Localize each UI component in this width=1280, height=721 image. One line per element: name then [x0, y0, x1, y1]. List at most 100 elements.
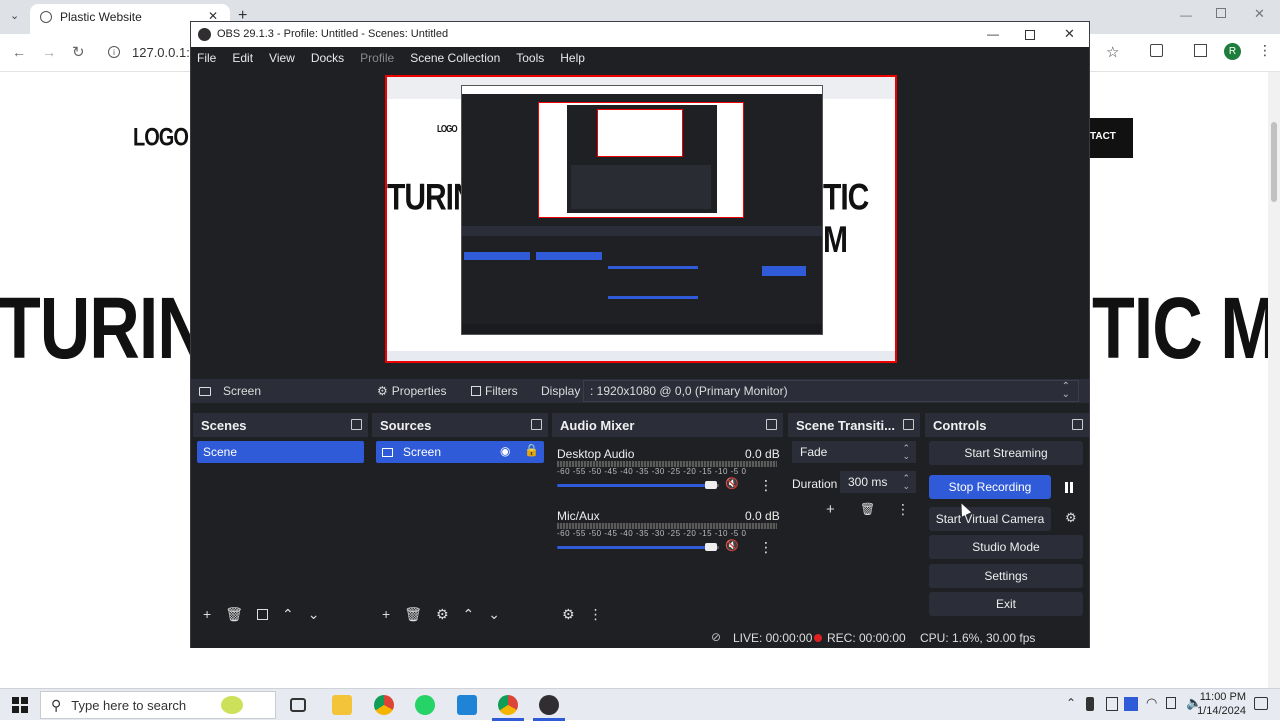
properties-button[interactable]: ⚙ Properties [377, 384, 446, 398]
gear-icon[interactable]: ⚙ [436, 606, 449, 623]
scenes-title: Scenes [201, 417, 247, 433]
notifications-icon[interactable] [1254, 697, 1268, 710]
more-icon[interactable]: ⋮ [589, 606, 603, 623]
undock-icon[interactable] [903, 419, 914, 430]
undock-icon[interactable] [1072, 419, 1083, 430]
obs-minimize-icon[interactable]: — [987, 27, 999, 41]
undock-icon[interactable] [531, 419, 542, 430]
live-time: LIVE: 00:00:00 [733, 631, 813, 645]
move-down-icon[interactable]: ⌄ [308, 606, 320, 623]
back-icon[interactable]: ← [12, 44, 26, 60]
maximize-icon[interactable] [1216, 8, 1226, 18]
obs-icon[interactable] [539, 695, 559, 715]
more-icon[interactable]: ⋮ [759, 477, 773, 494]
tray-usb-icon[interactable] [1086, 697, 1094, 711]
exit-button[interactable]: Exit [929, 592, 1083, 616]
chrome-icon[interactable] [374, 695, 394, 715]
profile-avatar[interactable]: R [1224, 43, 1241, 60]
search-highlight-icon [221, 696, 243, 714]
settings-button[interactable]: Settings [929, 564, 1083, 588]
undock-icon[interactable] [351, 419, 362, 430]
add-icon[interactable]: + [826, 501, 835, 518]
site-logo[interactable]: LOGO [133, 124, 189, 153]
more-icon[interactable]: ⋮ [896, 501, 910, 518]
undock-icon[interactable] [766, 419, 777, 430]
clock-date[interactable]: 1/14/2024 [1182, 705, 1246, 717]
file-explorer-icon[interactable] [332, 695, 352, 715]
obs-maximize-icon[interactable] [1025, 30, 1035, 40]
trash-icon[interactable]: 🗑 [860, 502, 875, 516]
task-view-icon[interactable] [290, 698, 306, 712]
audio-mixer-dock: Audio Mixer Desktop Audio 0.0 dB -60 -55… [552, 413, 783, 627]
menu-view[interactable]: View [269, 51, 295, 65]
menu-docks[interactable]: Docks [311, 51, 344, 65]
sources-dock-header: Sources [372, 413, 548, 437]
volume-slider-thumb[interactable] [705, 481, 717, 489]
tray-chevron-icon[interactable]: ⌃ [1066, 696, 1076, 710]
move-down-icon[interactable]: ⌄ [488, 606, 500, 623]
add-icon[interactable]: + [203, 606, 211, 622]
move-up-icon[interactable]: ⌃ [463, 606, 475, 623]
channel-name: Mic/Aux [557, 509, 600, 523]
display-select[interactable]: : 1920x1080 @ 0,0 (Primary Monitor) ⌃ ⌄ [583, 380, 1079, 402]
bookmark-icon[interactable]: ☆ [1106, 43, 1119, 61]
start-streaming-button[interactable]: Start Streaming [929, 441, 1083, 465]
volume-slider-thumb[interactable] [705, 543, 717, 551]
add-icon[interactable]: + [382, 606, 390, 622]
transition-select[interactable]: Fade ⌃ ⌄ [792, 441, 916, 463]
speaker-muted-icon[interactable]: 🔇 [725, 477, 739, 490]
scenes-dock-header: Scenes [193, 413, 368, 437]
address-input[interactable]: 127.0.0.1:5 [132, 45, 197, 60]
eye-icon[interactable]: ◉ [500, 444, 510, 458]
reload-icon[interactable]: ↻ [72, 43, 85, 61]
chrome-icon[interactable] [498, 695, 518, 715]
tab-search-icon[interactable]: ⌄ [10, 9, 19, 22]
duration-input[interactable]: 300 ms ⌃ ⌄ [840, 471, 916, 493]
virtual-camera-settings-icon[interactable]: ⚙ [1065, 510, 1077, 526]
filter-icon[interactable] [256, 608, 268, 620]
extensions-icon[interactable] [1150, 44, 1163, 57]
preview-canvas[interactable]: LOGO TURIN TIC M [385, 75, 897, 363]
trash-icon[interactable]: 🗑 [404, 606, 422, 623]
menu-profile[interactable]: Profile [360, 51, 394, 65]
move-up-icon[interactable]: ⌃ [282, 606, 294, 623]
menu-edit[interactable]: Edit [232, 51, 253, 65]
page-scrollbar[interactable] [1268, 72, 1280, 688]
menu-file[interactable]: File [197, 51, 216, 65]
trash-icon[interactable]: 🗑 [225, 606, 243, 623]
tray-w-icon[interactable] [1124, 697, 1138, 711]
obs-close-icon[interactable]: ✕ [1064, 26, 1075, 42]
contact-button[interactable]: TACT [1090, 118, 1133, 158]
menu-icon[interactable]: ⋮ [1258, 42, 1272, 59]
stop-recording-button[interactable]: Stop Recording [929, 475, 1051, 499]
windows-start-icon[interactable] [12, 697, 28, 713]
close-icon[interactable]: ✕ [1254, 6, 1265, 22]
vscode-icon[interactable] [457, 695, 477, 715]
taskbar-search[interactable]: ⚲ Type here to search [40, 691, 276, 719]
source-item[interactable]: Screen ◉ 🔒 [376, 441, 544, 463]
studio-mode-button[interactable]: Studio Mode [929, 535, 1083, 559]
speaker-muted-icon[interactable]: 🔇 [725, 539, 739, 552]
tray-app-icon[interactable] [1106, 697, 1118, 711]
globe-icon [40, 11, 52, 23]
start-virtual-camera-button[interactable]: Start Virtual Camera [929, 507, 1051, 531]
menu-tools[interactable]: Tools [516, 51, 544, 65]
minimize-icon[interactable]: — [1180, 8, 1192, 22]
menu-scene-collection[interactable]: Scene Collection [410, 51, 500, 65]
wifi-icon[interactable]: ◠ [1146, 695, 1157, 711]
clock-time[interactable]: 11:00 PM [1188, 691, 1246, 703]
whatsapp-icon[interactable] [415, 695, 435, 715]
filters-button[interactable]: Filters [471, 384, 518, 398]
more-icon[interactable]: ⋮ [759, 539, 773, 556]
pause-recording-button[interactable] [1055, 475, 1083, 499]
gear-icon[interactable]: ⚙ [562, 606, 575, 623]
source-selector[interactable]: Screen [199, 384, 261, 398]
audio-mixer-title: Audio Mixer [560, 417, 635, 433]
lock-icon[interactable]: 🔒 [524, 443, 539, 457]
stepper-icon[interactable]: ⌃ ⌄ [902, 474, 910, 491]
forward-icon[interactable]: → [42, 44, 56, 60]
scene-item[interactable]: Scene [197, 441, 364, 463]
menu-help[interactable]: Help [560, 51, 585, 65]
network-icon[interactable] [1166, 697, 1176, 709]
sidepanel-icon[interactable] [1194, 44, 1207, 57]
